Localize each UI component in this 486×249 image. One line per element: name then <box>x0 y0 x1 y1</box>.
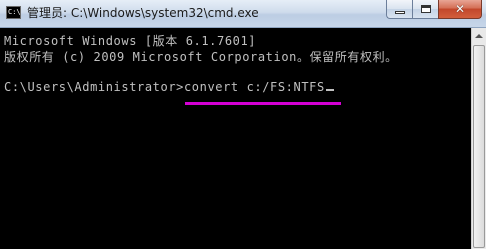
console-icon[interactable]: C:\ <box>6 6 21 19</box>
console-line-copyright: 版权所有 (c) 2009 Microsoft Corporation。保留所有… <box>4 50 398 64</box>
title-bar[interactable]: C:\ 管理员: C:\Windows\system32\cmd.exe ✕ <box>0 0 486 28</box>
scroll-up-button[interactable] <box>472 28 486 44</box>
command-highlight-underline <box>185 102 341 105</box>
console-line-command[interactable]: C:\Users\Administrator>convert c:/FS:NTF… <box>4 80 334 94</box>
close-icon: ✕ <box>454 2 466 16</box>
console-output[interactable]: Microsoft Windows [版本 6.1.7601] 版权所有 (c)… <box>0 28 472 249</box>
console-icon-label: C:\ <box>8 8 21 16</box>
console-line-version: Microsoft Windows [版本 6.1.7601] <box>4 34 257 48</box>
command-prompt-text: C:\Users\Administrator>convert c:/FS:NTF… <box>4 80 325 94</box>
caption-buttons: ✕ <box>386 0 482 20</box>
minimize-icon <box>394 11 405 14</box>
maximize-icon <box>420 5 431 13</box>
text-cursor <box>325 89 334 91</box>
minimize-button[interactable] <box>386 0 412 19</box>
close-button[interactable]: ✕ <box>438 0 482 19</box>
maximize-button[interactable] <box>412 0 438 19</box>
scrollbar-thumb[interactable] <box>473 45 485 248</box>
window-title: 管理员: C:\Windows\system32\cmd.exe <box>27 6 259 20</box>
vertical-scrollbar[interactable] <box>471 28 486 249</box>
arrow-up-icon <box>475 34 483 38</box>
cmd-window: C:\ 管理员: C:\Windows\system32\cmd.exe ✕ M… <box>0 0 486 249</box>
